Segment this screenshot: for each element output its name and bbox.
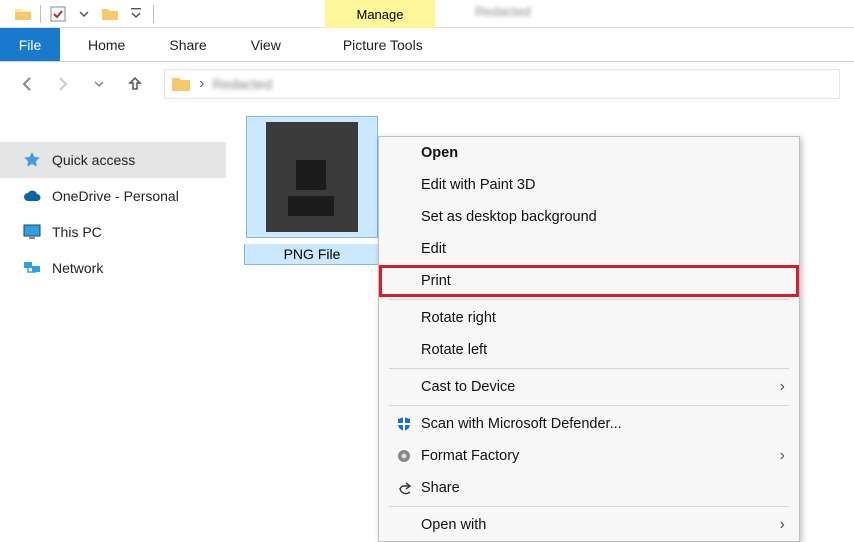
folder-icon <box>171 75 191 93</box>
titlebar: Manage Redacted <box>0 0 854 28</box>
menu-item-cast[interactable]: Cast to Device › <box>379 371 799 403</box>
sidebar-item-label: This PC <box>52 224 102 240</box>
separator <box>153 5 154 23</box>
menu-item-open[interactable]: Open <box>379 137 799 169</box>
menu-item-rotate-right[interactable]: Rotate right <box>379 302 799 334</box>
menu-item-share[interactable]: Share <box>379 472 799 504</box>
breadcrumb-separator: › <box>199 75 204 93</box>
navigation-bar: › Redacted <box>0 62 854 106</box>
ribbon-tabs: File Home Share View Picture Tools <box>0 28 854 62</box>
tab-picture-tools[interactable]: Picture Tools <box>327 28 439 61</box>
gear-icon <box>393 448 415 464</box>
share-icon <box>393 480 415 496</box>
sidebar-item-label: OneDrive - Personal <box>52 188 179 204</box>
star-icon <box>22 151 42 169</box>
menu-item-open-with[interactable]: Open with › <box>379 509 799 541</box>
tab-view[interactable]: View <box>235 28 297 61</box>
context-menu: Open Edit with Paint 3D Set as desktop b… <box>378 136 800 542</box>
chevron-right-icon: › <box>780 378 785 396</box>
shield-icon <box>393 416 415 432</box>
separator <box>389 405 789 406</box>
menu-item-format-factory[interactable]: Format Factory › <box>379 440 799 472</box>
tab-file[interactable]: File <box>0 28 60 61</box>
cloud-icon <box>22 187 42 205</box>
menu-item-edit-paint3d[interactable]: Edit with Paint 3D <box>379 169 799 201</box>
manage-tab[interactable]: Manage <box>325 0 435 28</box>
breadcrumb-folder[interactable]: Redacted <box>212 76 272 92</box>
window-title: Redacted <box>475 4 531 19</box>
sidebar-item-this-pc[interactable]: This PC <box>0 214 226 250</box>
tab-home[interactable]: Home <box>72 28 141 61</box>
dropdown-icon[interactable] <box>75 5 93 23</box>
chevron-right-icon: › <box>780 516 785 534</box>
sidebar-item-onedrive[interactable]: OneDrive - Personal <box>0 178 226 214</box>
tab-share[interactable]: Share <box>153 28 222 61</box>
menu-item-print[interactable]: Print <box>379 265 799 297</box>
network-icon <box>22 259 42 277</box>
file-thumbnail[interactable] <box>246 116 378 238</box>
forward-button[interactable] <box>50 71 76 97</box>
sidebar-item-quick-access[interactable]: Quick access <box>0 142 226 178</box>
up-button[interactable] <box>122 71 148 97</box>
folder-icon <box>14 5 32 23</box>
menu-item-defender[interactable]: Scan with Microsoft Defender... <box>379 408 799 440</box>
image-thumbnail <box>266 122 358 232</box>
qat-menu-icon[interactable] <box>127 5 145 23</box>
separator <box>389 299 789 300</box>
recent-dropdown-icon[interactable] <box>86 71 112 97</box>
sidebar-item-label: Quick access <box>52 152 135 168</box>
chevron-right-icon: › <box>780 447 785 465</box>
folder-icon <box>101 5 119 23</box>
file-name-label[interactable]: PNG File <box>244 244 380 265</box>
file-item[interactable]: PNG File <box>244 116 380 265</box>
separator <box>389 506 789 507</box>
menu-item-edit[interactable]: Edit <box>379 233 799 265</box>
monitor-icon <box>22 223 42 241</box>
back-button[interactable] <box>14 71 40 97</box>
properties-check-icon[interactable] <box>49 5 67 23</box>
separator <box>389 368 789 369</box>
manage-label: Manage <box>357 7 404 22</box>
menu-item-rotate-left[interactable]: Rotate left <box>379 334 799 366</box>
separator <box>40 5 41 23</box>
address-bar[interactable]: › Redacted <box>164 69 840 99</box>
navigation-pane: Quick access OneDrive - Personal This PC… <box>0 106 226 537</box>
sidebar-item-network[interactable]: Network <box>0 250 226 286</box>
sidebar-item-label: Network <box>52 260 103 276</box>
menu-item-set-background[interactable]: Set as desktop background <box>379 201 799 233</box>
quick-access-toolbar <box>0 5 154 23</box>
